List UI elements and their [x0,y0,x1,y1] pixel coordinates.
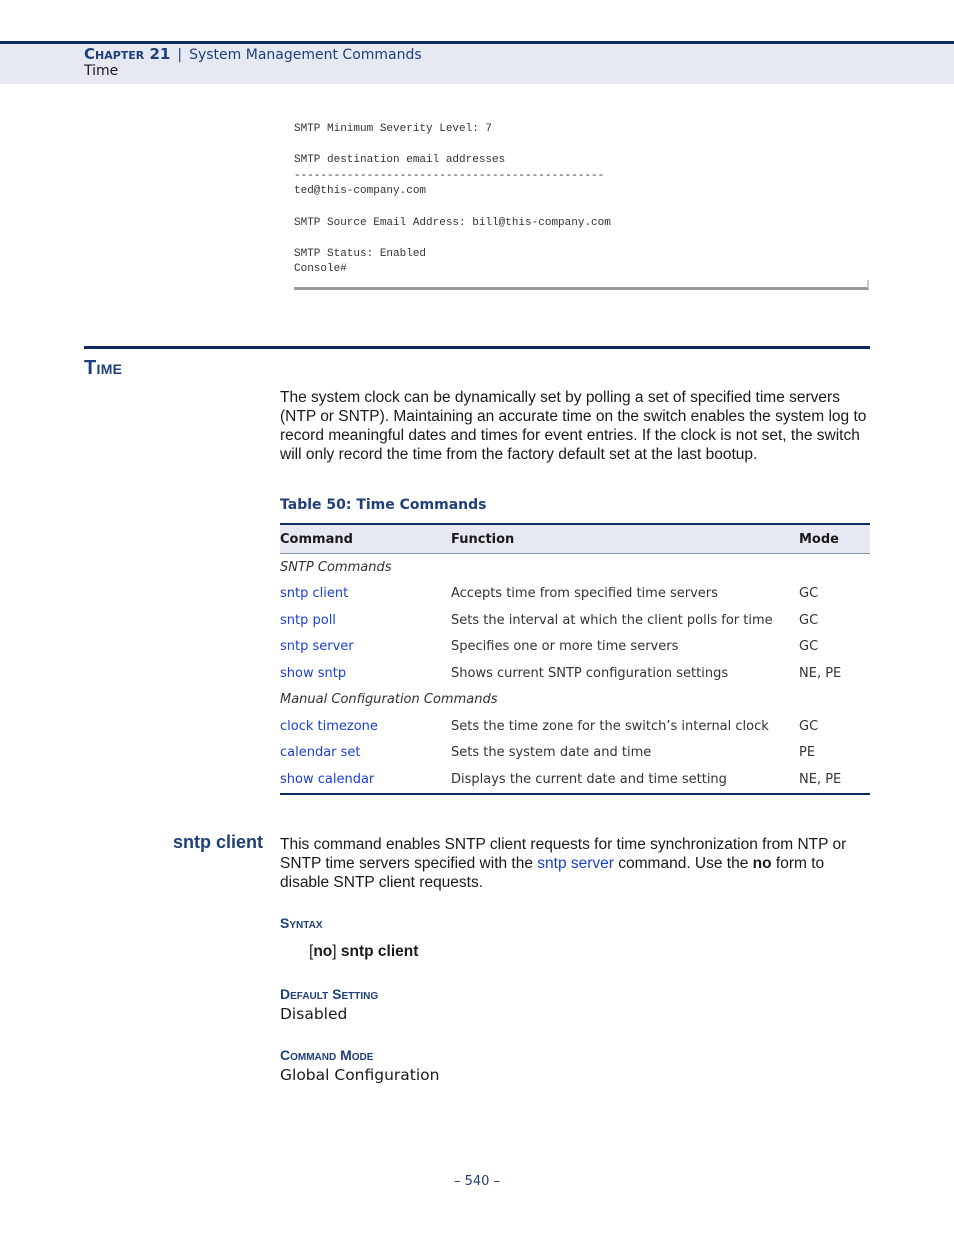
table-row: calendar set Sets the system date and tim… [280,740,870,767]
command-mode: GC [799,612,819,628]
time-commands-table: Command Function Mode SNTP Commands sntp … [280,523,870,795]
command-name-heading: sntp client [173,832,264,852]
page-number: – 540 – [453,1174,501,1189]
table-row: sntp server Specifies one or more time se… [280,634,870,661]
command-link[interactable]: show calendar [280,772,374,787]
command-link[interactable]: sntp poll [280,613,336,628]
chapter-label: Chapter 21 [84,45,171,63]
code-line: SMTP Source Email Address: bill@this-com… [294,216,611,229]
table-header-row: Command Function Mode [280,525,870,554]
code-line: SMTP Status: Enabled [294,247,427,260]
header-function: Function [451,531,515,547]
command-mode: NE, PE [799,665,842,681]
running-header: Chapter 21 | System Management Commands [84,45,422,63]
table-row: sntp client Accepts time from specified t… [280,581,870,608]
command-function: Displays the current date and time setti… [451,771,727,787]
command-mode-value: Global Configuration [280,1066,440,1084]
command-function: Sets the time zone for the switch’s inte… [451,718,769,734]
table-row: clock timezone Sets the time zone for the… [280,713,870,740]
command-function: Sets the interval at which the client po… [451,612,773,628]
command-function: Specifies one or more time servers [451,639,679,655]
table-row: show sntp Shows current SNTP configuratio… [280,660,870,687]
code-line: SMTP destination email addresses [294,154,506,167]
table-row: show calendar Displays the current date a… [280,766,870,793]
command-mode: PE [799,745,816,761]
header-command: Command [280,531,353,547]
command-mode: NE, PE [799,771,842,787]
header-mode: Mode [799,531,839,547]
syntax-heading: Syntax [280,915,323,931]
code-line: ted@this-company.com [294,185,427,198]
command-mode: GC [799,718,819,734]
table-body: SNTP Commands sntp client Accepts time fro… [280,554,870,793]
syntax-no: no [313,943,333,960]
command-mode: GC [799,639,819,655]
command-function: Shows current SNTP configuration setting… [451,665,729,681]
command-function: Accepts time from specified time servers [451,586,718,602]
code-example-frame [294,280,869,290]
desc-text: command. Use the [613,855,753,872]
code-line: ----------------------------------------… [294,169,605,182]
table-group-label: SNTP Commands [280,559,392,575]
command-link[interactable]: sntp client [280,586,348,601]
syntax-line: [no] sntp client [309,943,418,961]
code-line: SMTP Minimum Severity Level: 7 [294,123,493,135]
chapter-title: System Management Commands [189,47,422,63]
header-section-name: Time [84,63,119,79]
code-example: SMTP Minimum Severity Level: 7 SMTP desti… [294,122,868,278]
section-divider [84,346,870,349]
command-mode-heading: Command Mode [280,1047,374,1063]
command-description: This command enables SNTP client request… [280,835,875,892]
syntax-bracket: ] [332,943,341,960]
command-link[interactable]: calendar set [280,745,361,760]
sntp-server-link[interactable]: sntp server [537,855,614,872]
code-line: Console# [294,263,347,276]
syntax-command: sntp client [340,943,419,960]
table-caption: Table 50: Time Commands [280,497,487,513]
command-function: Sets the system date and time [451,745,652,761]
header-separator: | [177,47,183,63]
desc-keyword-no: no [752,855,772,872]
command-mode: GC [799,586,819,602]
table-group-label: Manual Configuration Commands [280,692,498,708]
default-setting-heading: Default Setting [280,986,379,1002]
section-intro: The system clock can be dynamically set … [280,389,867,463]
section-title: Time [84,357,123,379]
command-link[interactable]: show sntp [280,666,346,681]
table-row: sntp poll Sets the interval at which the … [280,607,870,634]
command-link[interactable]: sntp server [280,639,354,654]
default-setting-value: Disabled [280,1005,348,1023]
command-link[interactable]: clock timezone [280,719,378,734]
